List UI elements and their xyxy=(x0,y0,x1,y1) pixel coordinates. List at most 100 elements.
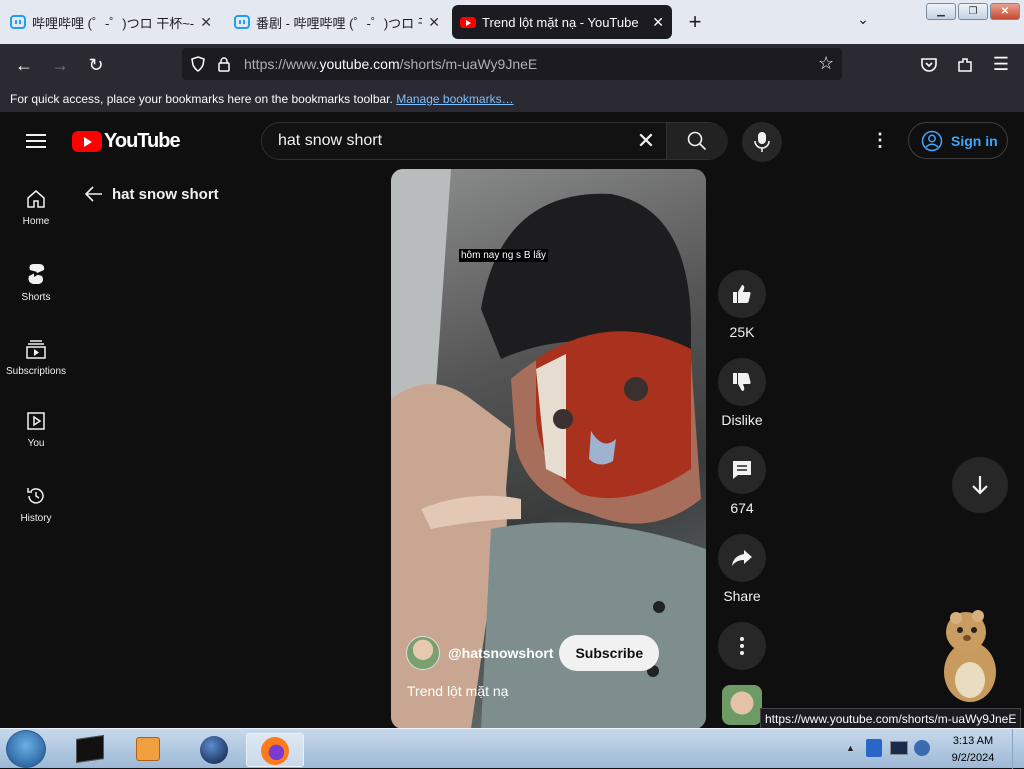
url-text: https://www.youtube.com/shorts/m-uaWy9Jn… xyxy=(244,56,538,72)
link-status-url: https://www.youtube.com/shorts/m-uaWy9Jn… xyxy=(760,708,1022,730)
you-icon xyxy=(27,412,45,430)
tab-bilibili-anime[interactable]: 番剧 - 哔哩哔哩 (゜-゜)つロ 干杯~-bilibili ✕ xyxy=(226,5,448,39)
search-button[interactable] xyxy=(666,123,728,159)
sidebar-item-label: Home xyxy=(22,216,50,227)
back-to-search-button[interactable]: hat snow short xyxy=(84,184,219,204)
window-close-button[interactable]: ✕ xyxy=(990,3,1020,20)
channel-avatar[interactable] xyxy=(406,636,440,670)
shield-icon[interactable] xyxy=(190,56,206,72)
clock-time: 3:13 AM xyxy=(952,735,994,747)
sidebar-item-label: History xyxy=(20,513,52,524)
more-actions-button[interactable] xyxy=(718,622,766,670)
sound-channel-thumbnail[interactable] xyxy=(722,685,762,725)
show-desktop-button[interactable] xyxy=(1012,729,1024,769)
new-tab-button[interactable]: + xyxy=(684,9,706,35)
tab-title: 哔哩哔哩 (゜-゜)つロ 干杯~-bilibili xyxy=(32,15,195,31)
history-icon xyxy=(27,488,44,504)
channel-row: @hatsnowshort Subscribe xyxy=(406,635,660,671)
tab-close-icon[interactable]: ✕ xyxy=(652,14,664,31)
extensions-icon[interactable] xyxy=(956,56,974,74)
voice-search-button[interactable] xyxy=(742,122,782,162)
browser-tab-strip: 哔哩哔哩 (゜-゜)つロ 干杯~-bilibili ✕ 番剧 - 哔哩哔哩 (゜… xyxy=(0,0,1024,44)
search-query-label: hat snow short xyxy=(112,185,219,203)
hamster-desktop-pet-image xyxy=(944,610,996,702)
tray-network-icon[interactable] xyxy=(890,741,908,755)
search-box: ✕ xyxy=(261,122,728,160)
sidebar-item-shorts[interactable]: Shorts xyxy=(0,262,72,332)
lock-icon[interactable] xyxy=(217,56,231,72)
browser-nav-bar: ← → ↻ https://www.youtube.com/shorts/m-u… xyxy=(0,44,1024,86)
window-minimize-button[interactable]: ▁ xyxy=(926,3,956,20)
taskbar-media-player-icon[interactable] xyxy=(124,733,174,767)
guide-menu-icon[interactable] xyxy=(26,134,46,148)
arrow-down-icon xyxy=(972,476,988,495)
bilibili-icon xyxy=(234,15,250,29)
clock-date: 9/2/2024 xyxy=(951,752,995,764)
share-button[interactable] xyxy=(718,534,766,582)
reload-icon[interactable]: ↻ xyxy=(85,54,107,76)
taskbar-clock[interactable]: 3:13 AM 9/2/2024 xyxy=(940,733,1006,767)
tray-volume-icon[interactable] xyxy=(914,740,930,756)
address-bar[interactable]: https://www.youtube.com/shorts/m-uaWy9Jn… xyxy=(182,48,842,80)
list-all-tabs-chevron-icon[interactable]: ⌄ xyxy=(852,11,874,33)
youtube-logo[interactable]: YouTube xyxy=(72,130,181,153)
youtube-header: YouTube ✕ ⋮ Sign in xyxy=(0,112,1024,170)
share-label: Share xyxy=(723,588,761,604)
shorts-video-player[interactable]: hôm nay ng s B lấy @hatsnowshort Subscri… xyxy=(391,169,706,729)
tray-bluetooth-icon[interactable] xyxy=(866,739,882,757)
sidebar-item-history[interactable]: History xyxy=(0,485,72,555)
sign-in-button[interactable]: Sign in xyxy=(908,122,1008,159)
clear-search-icon[interactable]: ✕ xyxy=(634,129,658,153)
like-button[interactable] xyxy=(718,270,766,318)
taskbar-app-black-box-icon[interactable] xyxy=(66,733,116,767)
bookmark-star-icon[interactable]: ☆ xyxy=(818,53,834,74)
taskbar-globe-app-icon[interactable] xyxy=(188,733,238,767)
tab-bilibili-home[interactable]: 哔哩哔哩 (゜-゜)つロ 干杯~-bilibili ✕ xyxy=(2,5,220,39)
window-maximize-button[interactable]: ❐ xyxy=(958,3,988,20)
windows-taskbar: ▲ 3:13 AM 9/2/2024 xyxy=(0,728,1024,769)
home-icon xyxy=(27,190,45,208)
bookmarks-hint-text: For quick access, place your bookmarks h… xyxy=(10,92,393,106)
tab-youtube-active[interactable]: Trend lột mặt nạ - YouTube ✕ xyxy=(452,5,672,39)
tab-title: 番剧 - 哔哩哔哩 (゜-゜)つロ 干杯~-bilibili xyxy=(256,15,422,31)
tab-close-icon[interactable]: ✕ xyxy=(200,14,212,31)
sidebar-item-label: Shorts xyxy=(21,292,51,303)
thumbs-down-icon xyxy=(733,373,751,391)
subscribe-button[interactable]: Subscribe xyxy=(559,635,660,671)
comment-count: 674 xyxy=(730,500,754,516)
search-input[interactable] xyxy=(278,132,618,150)
shorts-icon xyxy=(28,264,45,284)
youtube-icon xyxy=(460,16,476,28)
share-icon xyxy=(732,550,752,566)
video-title[interactable]: Trend lột mặt nạ xyxy=(407,683,508,699)
search-icon xyxy=(687,131,707,151)
forward-arrow-icon[interactable]: → xyxy=(49,54,71,76)
taskbar-firefox-icon[interactable] xyxy=(246,733,304,767)
tray-expand-icon[interactable]: ▲ xyxy=(846,743,855,753)
app-menu-hamburger-icon[interactable]: ☰ xyxy=(990,53,1012,75)
sidebar-item-home[interactable]: Home xyxy=(0,188,72,258)
sidebar-item-you[interactable]: You xyxy=(0,410,72,480)
thumbs-up-icon xyxy=(733,285,751,303)
back-arrow-icon[interactable]: ← xyxy=(13,54,35,76)
bilibili-icon xyxy=(10,15,26,29)
sidebar-item-subscriptions[interactable]: Subscriptions xyxy=(0,338,72,408)
settings-kebab-icon[interactable]: ⋮ xyxy=(870,130,890,152)
start-button-windows-icon[interactable] xyxy=(6,730,46,768)
microphone-icon xyxy=(754,132,770,152)
next-video-button[interactable] xyxy=(952,457,1008,513)
like-count: 25K xyxy=(729,324,755,340)
comments-button[interactable] xyxy=(718,446,766,494)
sidebar-item-label: Subscriptions xyxy=(5,366,67,377)
dislike-label: Dislike xyxy=(721,412,763,428)
pocket-icon[interactable] xyxy=(920,56,938,74)
tab-title: Trend lột mặt nạ - YouTube xyxy=(482,14,639,30)
dislike-button[interactable] xyxy=(718,358,766,406)
youtube-logo-text: YouTube xyxy=(104,130,181,152)
account-icon xyxy=(921,130,943,151)
channel-name[interactable]: @hatsnowshort xyxy=(448,645,553,661)
manage-bookmarks-link[interactable]: Manage bookmarks… xyxy=(396,92,513,106)
tab-close-icon[interactable]: ✕ xyxy=(428,14,440,31)
comment-icon xyxy=(733,461,751,479)
video-caption-overlay: hôm nay ng s B lấy xyxy=(459,249,549,262)
